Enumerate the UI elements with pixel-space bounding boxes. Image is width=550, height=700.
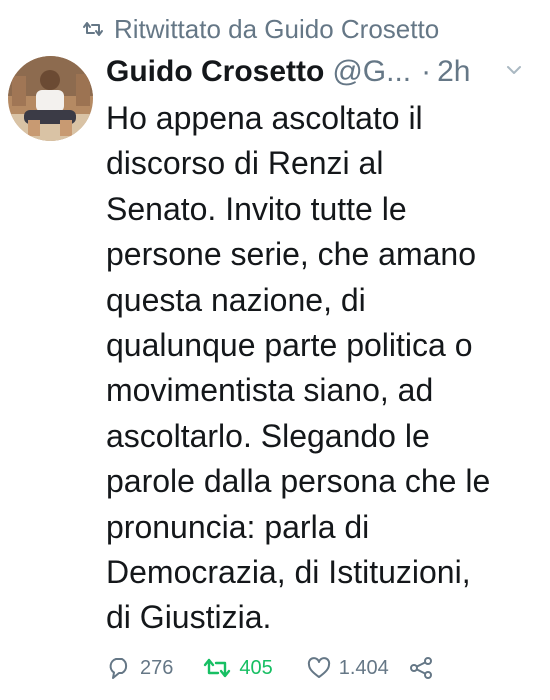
tweet-text-line: movimentista siano, ad xyxy=(106,372,434,409)
tweet-text-line: Ho appena ascoltato il xyxy=(106,100,423,136)
retweet-context: Ritwittato da Guido Crosetto xyxy=(82,14,439,44)
reply-button[interactable]: 276 xyxy=(106,656,173,680)
retweet-count: 405 xyxy=(239,656,273,679)
display-name[interactable]: Guido Crosetto xyxy=(106,52,324,92)
reply-count: 276 xyxy=(140,656,174,679)
reply-icon xyxy=(106,656,132,680)
retweet-context-label[interactable]: Ritwittato da Guido Crosetto xyxy=(114,14,439,44)
tweet-content: Guido Crosetto @G... · 2h Ho appena asco… xyxy=(106,52,536,641)
separator-dot: · xyxy=(421,55,432,88)
retweet-icon xyxy=(203,657,231,679)
tweet-text-line: Democrazia, di Istituzioni, xyxy=(106,554,471,591)
retweet-button[interactable]: 405 xyxy=(203,656,273,680)
tweet-text-line: pronuncia: parla di xyxy=(106,508,370,545)
tweet-actions: 276 405 1.404 xyxy=(106,656,433,680)
share-button[interactable] xyxy=(409,656,433,680)
retweet-icon xyxy=(82,20,104,38)
tweet-header: Guido Crosetto @G... · 2h xyxy=(106,52,536,94)
tweet-text-line: qualunque parte politica o xyxy=(106,327,473,364)
tweet-text-line: questa nazione, di xyxy=(106,281,366,318)
tweet-text-line: di Giustizia. xyxy=(106,599,272,636)
avatar[interactable] xyxy=(8,56,93,141)
heart-icon xyxy=(307,657,331,679)
tweet-text-line: discorso di Renzi al xyxy=(106,145,384,182)
share-icon xyxy=(409,656,433,680)
tweet-text: Ho appena ascoltato il discorso di Renzi… xyxy=(106,96,534,641)
tweet-text-line: Senato. Invito tutte le xyxy=(106,190,407,227)
user-handle[interactable]: @G... xyxy=(332,52,411,92)
chevron-down-icon[interactable] xyxy=(506,64,522,76)
tweet-text-line: parole dalla persona che le xyxy=(106,463,491,500)
tweet: Ritwittato da Guido Crosetto Guido Crose… xyxy=(0,0,550,700)
like-count: 1.404 xyxy=(338,656,389,679)
tweet-text-line: persone serie, che amano xyxy=(106,236,476,273)
like-button[interactable]: 1.404 xyxy=(307,657,389,680)
timestamp[interactable]: 2h xyxy=(437,52,470,92)
tweet-text-line: ascoltarlo. Slegando le xyxy=(106,417,430,454)
